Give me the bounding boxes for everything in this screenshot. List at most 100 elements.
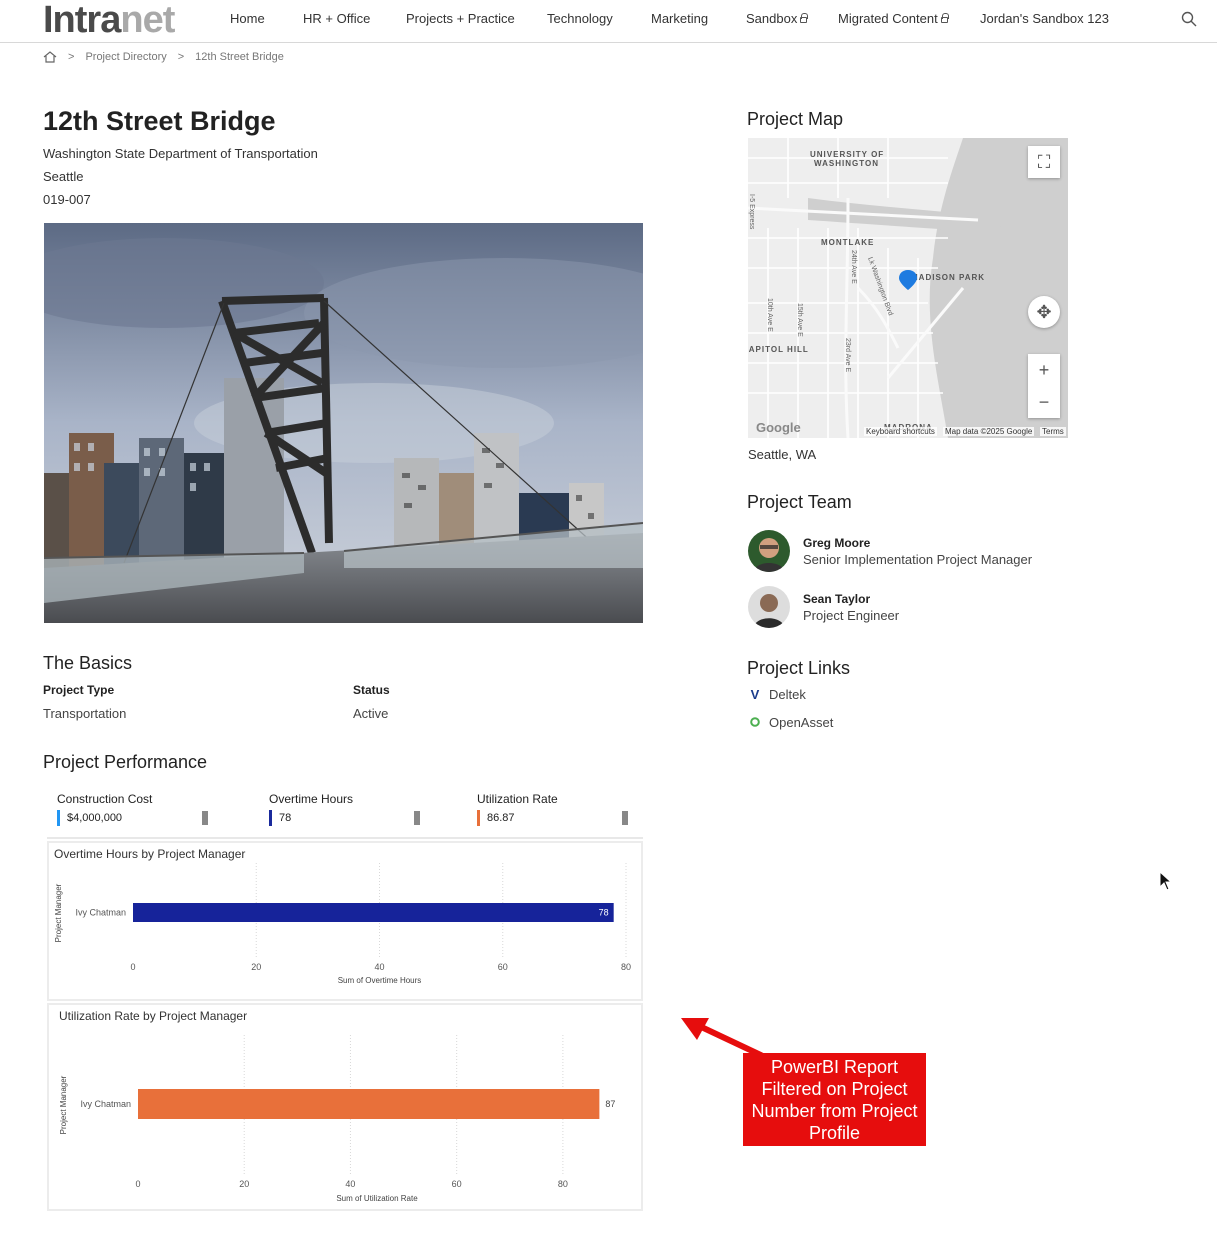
link-openasset[interactable]: OpenAsset [748, 715, 833, 730]
team-member-name: Sean Taylor [803, 591, 871, 606]
kpi-utilization-rate: Utilization Rate 86.87 [477, 792, 637, 826]
y-axis-label: Project Manager [54, 883, 63, 942]
map-heading: Project Map [747, 109, 844, 129]
kpi-value: 78 [279, 812, 292, 824]
zoom-control: + − [1028, 354, 1060, 418]
chart-title: Utilization Rate by Project Manager [59, 1009, 248, 1023]
nav-home[interactable]: Home [230, 11, 265, 26]
kpi-drag-handle[interactable] [202, 811, 208, 825]
overtime-chart-card[interactable]: 0 20 40 60 80 Sum of Overtime Hours Project Ma… [47, 841, 643, 1001]
link-deltek[interactable]: V Deltek [748, 687, 806, 702]
avatar [748, 586, 790, 628]
map-street-label: 15th Ave E [796, 303, 803, 337]
nav-sandbox-label: Sandbox [746, 11, 798, 26]
nav-migrated-content[interactable]: Migrated Content [838, 11, 949, 26]
breadcrumb-separator: > [68, 51, 75, 63]
terms-link[interactable]: Terms [1040, 427, 1066, 436]
project-map[interactable]: UNIVERSITY OF WASHINGTON MONTLAKE MADISO… [748, 138, 1068, 438]
overtime-chart: 0 20 40 60 80 Sum of Overtime Hours Project Ma… [54, 863, 631, 985]
project-type-label: Project Type [43, 683, 115, 697]
utilization-chart: 0 20 40 60 80 Sum of Utilization Rate Project … [59, 1035, 615, 1203]
bar [133, 903, 614, 922]
x-tick-label: 20 [251, 962, 261, 972]
map-canvas: UNIVERSITY OF WASHINGTON MONTLAKE MADISO… [748, 138, 1068, 438]
x-tick-label: 40 [345, 1179, 355, 1189]
breadcrumb-project-directory[interactable]: Project Directory [85, 51, 166, 63]
x-tick-label: 40 [374, 962, 384, 972]
breadcrumb-current: 12th Street Bridge [195, 51, 284, 63]
map-street-label: 24th Ave E [850, 250, 857, 284]
x-tick-label: 60 [452, 1179, 462, 1189]
category-label: Ivy Chatman [80, 1099, 131, 1109]
team-member[interactable]: Sean Taylor Project Engineer [748, 586, 899, 628]
lock-icon [800, 13, 809, 23]
page-title: 12th Street Bridge [43, 106, 276, 136]
project-number: 019-007 [43, 192, 91, 207]
utilization-chart-card[interactable]: 0 20 40 60 80 Sum of Utilization Rate Project … [47, 1003, 643, 1211]
zoom-in-icon[interactable]: + [1039, 360, 1050, 381]
project-type-value: Transportation [43, 706, 127, 721]
status-label: Status [353, 683, 390, 697]
kpi-overtime-hours: Overtime Hours 78 [269, 792, 429, 826]
kpi-value: $4,000,000 [67, 812, 123, 824]
map-label-madison-park: MADISON PARK [911, 273, 985, 282]
kpi-color-bar [57, 810, 60, 826]
kpi-value: 86.87 [487, 812, 515, 824]
nav-hr-office[interactable]: HR + Office [303, 11, 370, 26]
link-label: OpenAsset [769, 715, 834, 730]
kpi-label: Overtime Hours [269, 792, 354, 806]
map-label-montlake: MONTLAKE [821, 238, 874, 247]
openasset-icon [748, 715, 762, 730]
links-heading: Project Links [747, 658, 851, 678]
x-tick-label: 0 [130, 962, 135, 972]
search-icon[interactable] [1181, 11, 1197, 27]
divider [47, 837, 643, 839]
fullscreen-icon[interactable]: ⛶ [1028, 146, 1060, 178]
map-label-capitol-hill: CAPITOL HILL [748, 345, 809, 354]
map-label-uw: WASHINGTON [814, 159, 879, 168]
nav-jordans-sandbox[interactable]: Jordan's Sandbox 123 [980, 11, 1109, 26]
breadcrumb-separator: > [177, 51, 185, 63]
breadcrumb: > Project Directory > 12th Street Bridge [43, 51, 284, 63]
lock-icon [940, 13, 949, 23]
kpi-color-bar [269, 810, 272, 826]
keyboard-shortcuts-link[interactable]: Keyboard shortcuts [864, 427, 937, 436]
home-icon[interactable] [43, 51, 57, 63]
kpi-drag-handle[interactable] [622, 811, 628, 825]
deltek-icon: V [750, 687, 760, 702]
map-location: Seattle, WA [748, 447, 817, 462]
mouse-cursor-icon [1159, 871, 1173, 891]
nav-technology[interactable]: Technology [547, 11, 613, 26]
x-tick-label: 80 [621, 962, 631, 972]
x-axis-label: Sum of Overtime Hours [338, 976, 422, 985]
kpi-drag-handle[interactable] [414, 811, 420, 825]
link-label: Deltek [769, 687, 806, 702]
avatar [748, 530, 790, 572]
basics-heading: The Basics [43, 653, 133, 673]
team-member[interactable]: Greg Moore Senior Implementation Project… [748, 530, 1032, 572]
category-label: Ivy Chatman [75, 908, 126, 918]
google-logo: Google [756, 420, 801, 435]
x-tick-label: 80 [558, 1179, 568, 1189]
nav-projects-practice[interactable]: Projects + Practice [406, 11, 515, 26]
bar [138, 1089, 600, 1119]
x-tick-label: 60 [498, 962, 508, 972]
nav-marketing[interactable]: Marketing [651, 11, 708, 26]
nav-migrated-label: Migrated Content [838, 11, 938, 26]
team-member-role: Project Engineer [803, 607, 900, 623]
status-value: Active [353, 706, 389, 721]
nav-sandbox[interactable]: Sandbox [746, 11, 809, 26]
kpi-label: Utilization Rate [477, 792, 558, 806]
kpi-color-bar [477, 810, 480, 826]
project-client: Washington State Department of Transport… [43, 146, 318, 161]
zoom-out-icon[interactable]: − [1039, 392, 1050, 413]
intranet-logo[interactable]: Intranet [43, 0, 175, 40]
project-photo [44, 223, 643, 623]
map-data-text: Map data ©2025 Google [943, 427, 1035, 436]
top-navigation: Intranet Home HR + Office Projects + Pra… [0, 0, 1217, 43]
data-label: 87 [605, 1099, 615, 1109]
team-member-name: Greg Moore [803, 535, 871, 550]
pan-control-icon[interactable]: ✥ [1028, 296, 1060, 328]
team-heading: Project Team [747, 492, 852, 512]
kpi-construction-cost: Construction Cost $4,000,000 [57, 792, 217, 826]
